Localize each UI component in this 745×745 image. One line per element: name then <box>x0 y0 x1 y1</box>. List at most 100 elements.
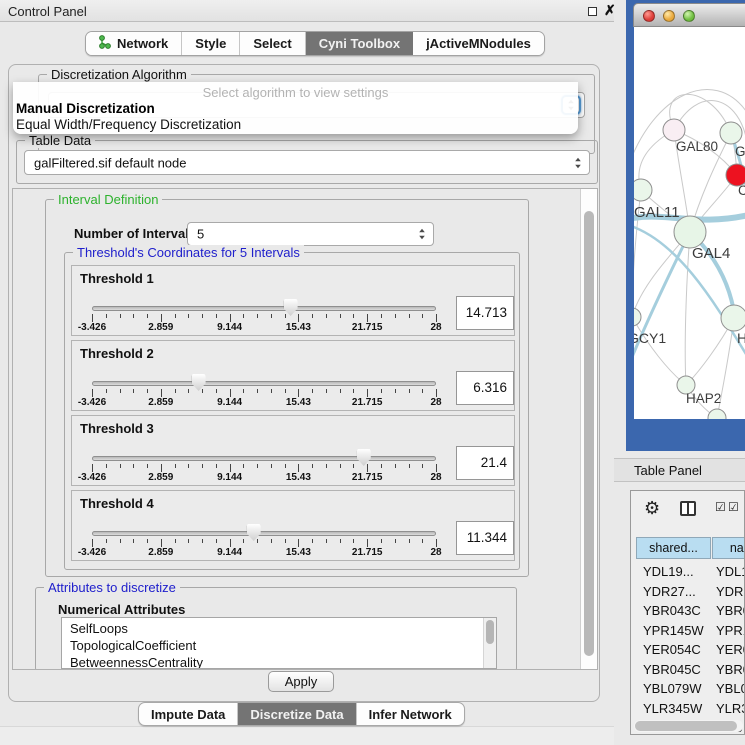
horizontal-scrollbar[interactable] <box>634 720 743 732</box>
tab-select[interactable]: Select <box>240 32 305 55</box>
tick-mark <box>106 389 107 393</box>
list-scrollbar[interactable] <box>483 618 496 668</box>
tab-discretize-data[interactable]: Discretize Data <box>238 703 356 725</box>
table-data-selected-value: galFiltered.sif default node <box>34 155 186 170</box>
threshold-value-field[interactable]: 11.344 <box>456 521 514 555</box>
vertical-scrollbar[interactable] <box>580 189 597 669</box>
column-layout-icon[interactable] <box>680 501 696 516</box>
tick-mark <box>188 389 189 393</box>
threshold-value-field[interactable]: 21.4 <box>456 446 514 480</box>
tick-label: 9.144 <box>200 397 260 408</box>
table-cell-shared-name[interactable]: YLR345W <box>643 699 711 719</box>
number-of-intervals-select[interactable]: 5 <box>187 222 434 246</box>
tick-mark <box>202 389 203 393</box>
table-cell-name[interactable]: YBL0 <box>716 679 745 699</box>
table-cell-shared-name[interactable]: YPR145W <box>643 621 711 641</box>
tab-style[interactable]: Style <box>182 32 240 55</box>
tab-jactivemnodules[interactable]: jActiveMNodules <box>413 32 544 55</box>
tab-impute-data[interactable]: Impute Data <box>139 703 238 725</box>
zoom-traffic-light-icon[interactable] <box>683 10 695 22</box>
table-data-select[interactable]: galFiltered.sif default node <box>24 150 590 175</box>
table-cell-name[interactable]: YDL1 <box>716 562 745 582</box>
tick-mark <box>188 464 189 468</box>
number-of-intervals-stepper-icon[interactable] <box>415 226 428 242</box>
tick-mark <box>367 389 368 397</box>
tick-label: 9.144 <box>200 472 260 483</box>
slider-track[interactable] <box>92 456 436 461</box>
vertical-scrollbar-thumb[interactable] <box>584 211 594 656</box>
network-node[interactable] <box>708 409 726 419</box>
algorithm-dropdown-popup: Select algorithm to view settings Manual… <box>13 82 578 134</box>
attribute-list-item[interactable]: TopologicalCoefficient <box>62 637 496 654</box>
tick-mark <box>353 464 354 468</box>
tick-mark <box>175 314 176 318</box>
network-node[interactable] <box>720 122 742 144</box>
table-cell-name[interactable]: YBR0 <box>716 601 745 621</box>
gear-icon[interactable]: ⚙ <box>644 498 660 519</box>
table-cell-shared-name[interactable]: YBL079W <box>643 679 711 699</box>
close-icon[interactable]: ✗ <box>604 2 616 19</box>
tick-label: 21.715 <box>337 397 397 408</box>
tick-mark <box>188 314 189 318</box>
tick-mark <box>395 464 396 468</box>
slider-track[interactable] <box>92 531 436 536</box>
threshold-label: Threshold 1 <box>80 271 154 286</box>
float-window-icon[interactable] <box>588 7 597 16</box>
table-cell-shared-name[interactable]: YDR27... <box>643 582 711 602</box>
table-cell-shared-name[interactable]: YBR043C <box>643 601 711 621</box>
interval-definition-group-title: Interval Definition <box>54 192 162 207</box>
table-cell-shared-name[interactable]: YDL19... <box>643 562 711 582</box>
network-node[interactable] <box>634 179 652 201</box>
threshold-value-field[interactable]: 6.316 <box>456 371 514 405</box>
tick-mark <box>312 539 313 543</box>
close-traffic-light-icon[interactable] <box>643 10 655 22</box>
attribute-list-item[interactable]: SelfLoops <box>62 620 496 637</box>
settings-scrollpane: Interval Definition Number of Intervals … <box>12 188 598 670</box>
threshold-value-field[interactable]: 14.713 <box>456 296 514 330</box>
minimize-traffic-light-icon[interactable] <box>663 10 675 22</box>
bottom-strip <box>0 726 614 745</box>
tick-mark <box>381 539 382 543</box>
network-canvas[interactable]: GAL80GACGAL11GAL4GCY1HHAP2 <box>634 27 745 419</box>
checkbox-select-all-icon[interactable]: ☑ <box>728 500 739 514</box>
tick-mark <box>216 314 217 318</box>
network-window-titlebar[interactable] <box>633 3 745 27</box>
dropdown-hint-option[interactable]: Select algorithm to view settings <box>13 85 578 100</box>
column-header-name[interactable]: na... <box>712 537 745 559</box>
table-cell-name[interactable]: YLR3 <box>716 699 745 719</box>
table-cell-name[interactable]: YBR0 <box>716 660 745 680</box>
slider-track[interactable] <box>92 306 436 311</box>
table-cell-shared-name[interactable]: YER054C <box>643 640 711 660</box>
table-cell-name[interactable]: YER0 <box>716 640 745 660</box>
tab-cyni-toolbox[interactable]: Cyni Toolbox <box>306 32 413 55</box>
network-node[interactable] <box>663 119 685 141</box>
horizontal-scrollbar-thumb[interactable] <box>635 721 737 731</box>
tab-infer-network[interactable]: Infer Network <box>357 703 464 725</box>
dropdown-option-manual-discretization[interactable]: Manual Discretization <box>16 101 155 116</box>
node-table: ⚙ ☑ ☑ shared... na... YDL19...YDL1YDR27.… <box>630 490 745 735</box>
dropdown-option-equal-width-frequency[interactable]: Equal Width/Frequency Discretization <box>16 117 241 132</box>
list-scrollbar-thumb[interactable] <box>486 620 494 644</box>
column-header-shared-name[interactable]: shared... <box>636 537 711 559</box>
table-cell-shared-name[interactable]: YBR045C <box>643 660 711 680</box>
tick-mark <box>285 314 286 318</box>
tab-network[interactable]: Network <box>86 32 182 55</box>
tick-mark <box>285 464 286 468</box>
slider-track[interactable] <box>92 381 436 386</box>
node-label: GAL11 <box>634 204 680 221</box>
table-cell-name[interactable]: YPR1 <box>716 621 745 641</box>
tick-mark <box>202 464 203 468</box>
tick-mark <box>216 464 217 468</box>
tick-mark <box>147 314 148 318</box>
network-node[interactable] <box>721 305 745 331</box>
numerical-attributes-list[interactable]: SelfLoopsTopologicalCoefficientBetweenne… <box>61 617 497 669</box>
attribute-list-item[interactable]: BetweennessCentrality <box>62 654 496 669</box>
tick-mark <box>230 539 231 547</box>
tick-mark <box>92 539 93 547</box>
network-node[interactable] <box>634 308 641 326</box>
control-panel-titlebar: Control Panel ✗ <box>0 0 614 22</box>
table-data-stepper-icon[interactable] <box>571 155 584 171</box>
table-cell-name[interactable]: YDR2 <box>716 582 745 602</box>
checkbox-select-icon[interactable]: ☑ <box>715 500 726 514</box>
apply-button[interactable]: Apply <box>268 671 334 692</box>
